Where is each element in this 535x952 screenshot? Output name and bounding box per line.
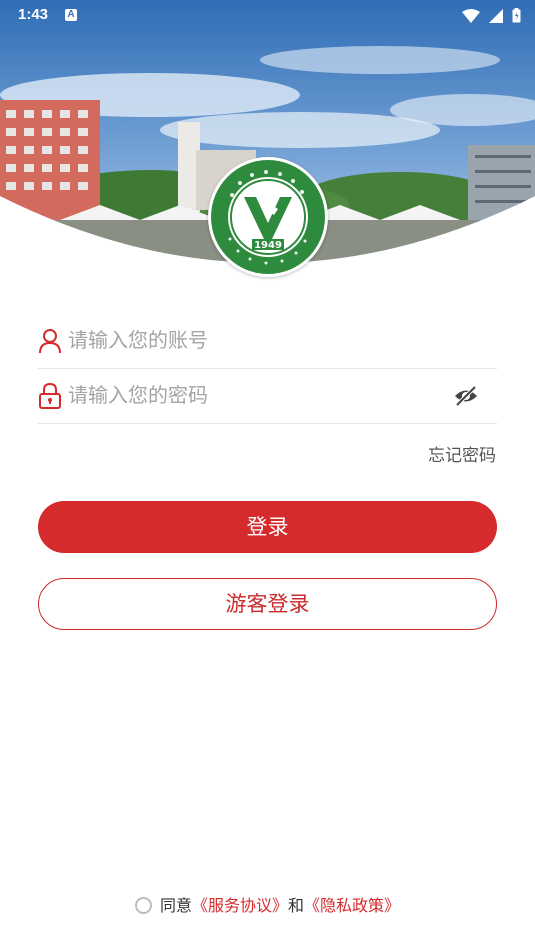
service-agreement-link[interactable]: 《服务协议》 [192, 896, 288, 915]
guest-login-button[interactable]: 游客登录 [38, 578, 497, 630]
signal-icon [489, 8, 504, 23]
status-bar: 1:43 A [0, 0, 535, 30]
password-field [38, 369, 497, 424]
forgot-password-link[interactable]: 忘记密码 [428, 441, 496, 466]
login-button[interactable]: 登录 [38, 501, 497, 553]
status-time: 1:43 [18, 6, 49, 23]
status-icons [458, 6, 521, 24]
eye-off-icon[interactable] [453, 383, 479, 409]
agreement-row: 同意《服务协议》和《隐私政策》 [0, 892, 535, 916]
account-input[interactable] [68, 322, 448, 358]
wifi-icon [462, 8, 481, 23]
battery-icon [512, 8, 521, 23]
logo-year: 1949 [254, 240, 282, 251]
college-logo: 1949 [208, 157, 328, 277]
agreement-conjunction: 和 [288, 896, 305, 915]
college-seal-icon: 1949 [211, 160, 325, 274]
password-input[interactable] [68, 377, 448, 413]
agreement-prefix: 同意 [159, 896, 192, 915]
user-icon [39, 329, 61, 354]
lock-icon [39, 383, 61, 409]
agree-radio[interactable] [134, 897, 152, 914]
notification-icon: A [65, 9, 77, 21]
privacy-policy-link[interactable]: 《隐私政策》 [304, 896, 400, 915]
account-field [38, 314, 497, 369]
